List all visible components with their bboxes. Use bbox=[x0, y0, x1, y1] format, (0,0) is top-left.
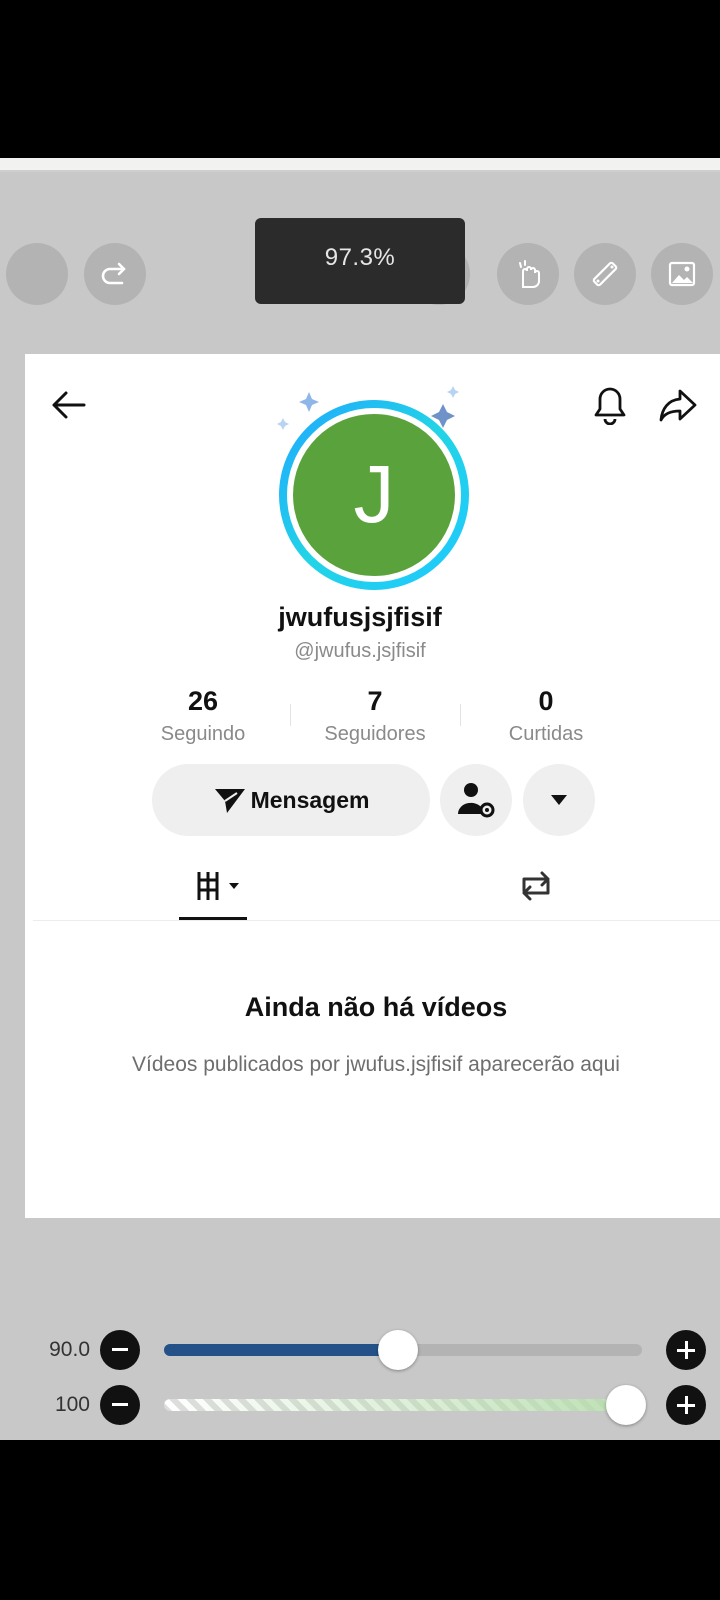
opacity-track[interactable] bbox=[164, 1385, 646, 1425]
share-icon bbox=[659, 389, 697, 422]
stat-followers[interactable]: 7 Seguidores bbox=[300, 686, 450, 746]
avatar-frame: J bbox=[257, 378, 487, 608]
opacity-decrease-button[interactable] bbox=[100, 1385, 140, 1425]
stat-label: Seguidores bbox=[324, 723, 426, 745]
send-icon bbox=[214, 789, 245, 813]
bell-icon bbox=[594, 387, 626, 425]
stat-likes[interactable]: 0 Curtidas bbox=[471, 686, 621, 746]
undo-button[interactable] bbox=[6, 243, 68, 305]
image-tool-button[interactable] bbox=[651, 243, 713, 305]
stat-value: 7 bbox=[367, 686, 383, 716]
plus-icon bbox=[677, 1341, 695, 1359]
opacity-checker-fill bbox=[164, 1399, 642, 1411]
hand-icon bbox=[519, 260, 540, 288]
brush-size-decrease-button[interactable] bbox=[100, 1330, 140, 1370]
opacity-slider-row: 100 bbox=[0, 1380, 720, 1430]
ruler-tool-button[interactable] bbox=[574, 243, 636, 305]
brush-size-value: 90.0 bbox=[49, 1338, 90, 1361]
message-button[interactable]: Mensagem bbox=[152, 764, 430, 836]
share-button[interactable] bbox=[656, 383, 700, 427]
top-status-strip bbox=[0, 158, 720, 172]
stat-label: Seguindo bbox=[160, 723, 246, 745]
brush-size-track[interactable] bbox=[164, 1330, 642, 1370]
hand-tool-button[interactable] bbox=[497, 243, 559, 305]
opacity-value: 100 bbox=[54, 1393, 90, 1416]
plus-icon bbox=[677, 1396, 695, 1414]
stat-value: 0 bbox=[538, 686, 554, 716]
avatar-letter: J bbox=[353, 449, 395, 540]
back-arrow-icon bbox=[52, 391, 86, 419]
opacity-increase-button[interactable] bbox=[666, 1385, 706, 1425]
minus-icon bbox=[112, 1348, 128, 1351]
empty-state-title: Ainda não há vídeos bbox=[244, 992, 508, 1022]
stat-divider bbox=[290, 704, 291, 726]
opacity-thumb[interactable] bbox=[606, 1385, 646, 1425]
user-settings-icon bbox=[457, 783, 495, 818]
redo-icon bbox=[101, 262, 126, 285]
message-button-label: Mensagem bbox=[250, 786, 370, 813]
bottom-black-area bbox=[0, 1440, 720, 1600]
zoom-level-popup: 97.3% bbox=[255, 218, 465, 304]
dropdown-caret-icon bbox=[551, 795, 567, 805]
ruler-icon bbox=[592, 261, 618, 287]
brush-size-thumb[interactable] bbox=[378, 1330, 419, 1370]
stat-value: 26 bbox=[187, 686, 219, 716]
notifications-button[interactable] bbox=[590, 383, 630, 427]
stat-divider bbox=[460, 704, 461, 726]
tab-reposts[interactable] bbox=[514, 866, 558, 906]
top-black-area bbox=[0, 0, 720, 158]
redo-button[interactable] bbox=[84, 243, 146, 305]
back-button[interactable] bbox=[48, 385, 88, 425]
zoom-level-text: 97.3% bbox=[324, 244, 396, 271]
empty-state-subtitle: Vídeos publicados por jwufus.jsjfisif ap… bbox=[132, 1053, 620, 1076]
repost-icon bbox=[522, 871, 550, 901]
tab-divider bbox=[33, 920, 720, 921]
follow-settings-button[interactable] bbox=[440, 764, 512, 836]
stat-following[interactable]: 26 Seguindo bbox=[128, 686, 278, 746]
tab-videos[interactable] bbox=[190, 866, 250, 906]
stat-label: Curtidas bbox=[508, 723, 584, 745]
profile-username: jwufusjsjfisif bbox=[278, 602, 442, 632]
more-options-button[interactable] bbox=[523, 764, 595, 836]
image-icon bbox=[668, 261, 696, 287]
brush-size-slider-row: 90.0 bbox=[0, 1325, 720, 1375]
profile-handle: @jwufus.jsjfisif bbox=[294, 640, 426, 662]
brush-size-fill bbox=[164, 1344, 399, 1356]
grid-videos-icon bbox=[197, 872, 239, 900]
minus-icon bbox=[112, 1403, 128, 1406]
avatar[interactable]: J bbox=[293, 414, 455, 576]
brush-size-increase-button[interactable] bbox=[666, 1330, 706, 1370]
